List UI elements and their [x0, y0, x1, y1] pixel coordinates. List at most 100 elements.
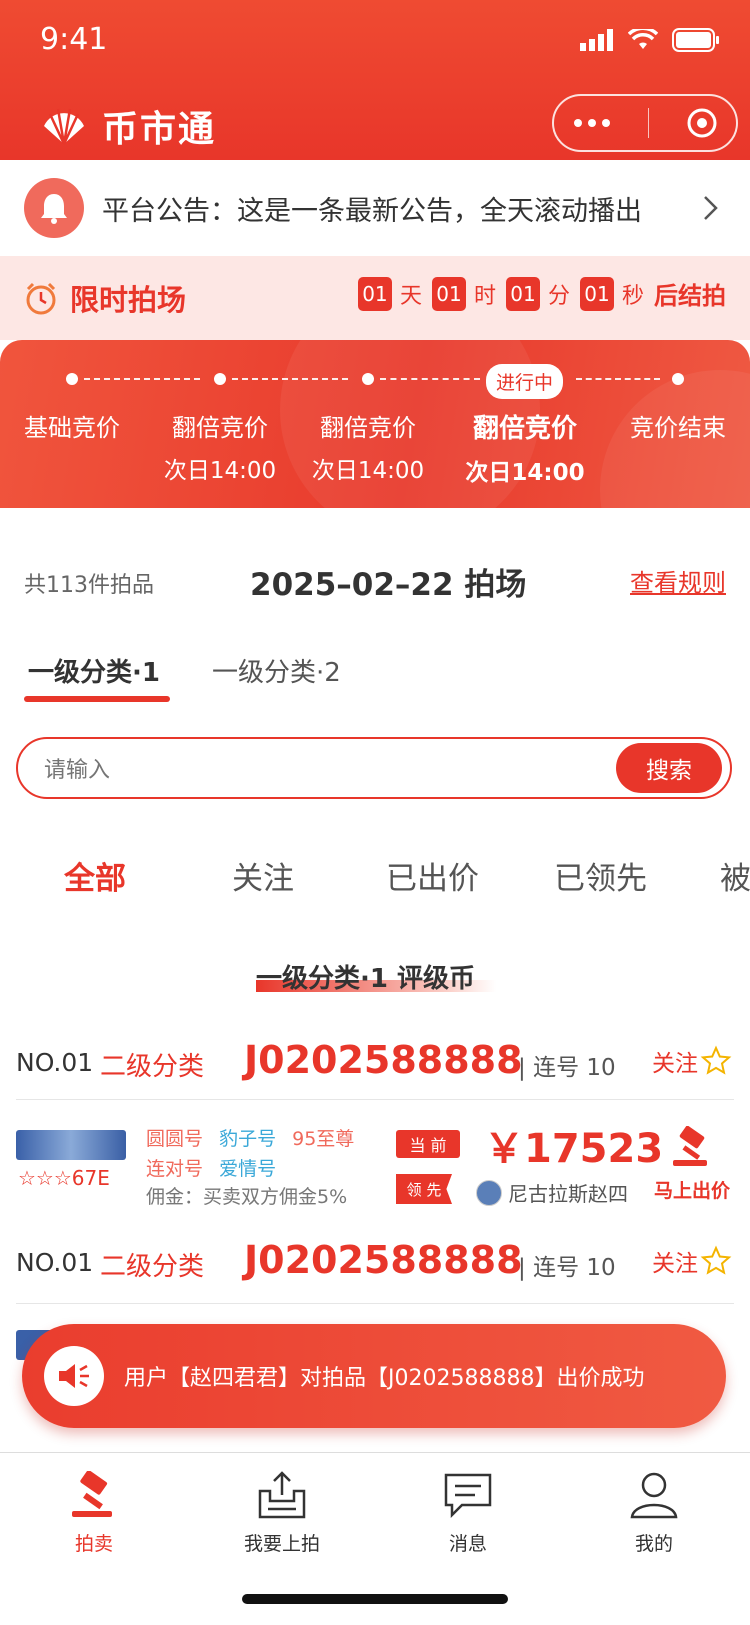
stage-time: 次日14:00 [311, 458, 425, 484]
bell-icon [24, 178, 84, 238]
home-indicator [242, 1594, 508, 1604]
section-title: 一级分类·1 评级币 [256, 964, 476, 994]
tab-upload-lot[interactable]: 我要上拍 [222, 1471, 342, 1556]
follow-label: 关注 [652, 1051, 698, 1077]
countdown-minutes-unit: 分 [547, 283, 570, 309]
divider [16, 1303, 734, 1304]
stage-name: 翻倍竞价 [472, 414, 577, 444]
tab-label: 消息 [448, 1533, 487, 1555]
lot-card[interactable]: ☆☆☆67E 圆圆号 豹子号 95至尊 连对号 爱情号 佣金：买卖双方佣金5% … [0, 1116, 750, 1216]
tag: 爱情号 [219, 1158, 277, 1180]
lot-serial-count: | 连号 10 [518, 1255, 616, 1281]
countdown: 01 天 01 时 01 分 01 秒 后结拍 [357, 276, 726, 311]
app-logo: 币市通 [40, 100, 216, 152]
search-button[interactable]: 搜索 [616, 743, 722, 793]
serial-count-text: 连号 10 [533, 1255, 616, 1281]
star-outline-icon [700, 1045, 732, 1075]
lot-category: 二级分类 [100, 1252, 205, 1282]
message-icon [444, 1473, 492, 1519]
star-outline-icon [700, 1245, 732, 1275]
countdown-seconds: 01 [579, 276, 614, 311]
countdown-hours: 01 [431, 276, 466, 311]
bid-now-label: 马上出价 [653, 1180, 730, 1202]
tab-profile[interactable]: 我的 [594, 1471, 714, 1556]
lot-header[interactable]: NO.01 二级分类 J0202588888 | 连号 10 关注 [0, 1034, 750, 1100]
commission-text: 佣金：买卖双方佣金5% [146, 1186, 348, 1208]
tab-category-1[interactable]: 一级分类·1 [28, 652, 160, 689]
stage-name: 竞价结束 [630, 414, 726, 442]
tag: 豹子号 [219, 1128, 277, 1150]
avatar [476, 1179, 502, 1206]
tag: 95至尊 [292, 1128, 355, 1150]
search-input[interactable] [42, 749, 566, 791]
close-target-icon[interactable] [686, 107, 718, 139]
toast-text: 用户【赵四君君】对拍品【J0202588888】出价成功 [124, 1366, 645, 1391]
wifi-icon [628, 29, 658, 49]
serial-count-text: 连号 10 [533, 1055, 616, 1081]
tag-row: 圆圆号 豹子号 95至尊 [146, 1124, 364, 1151]
shell-logo-icon [44, 108, 84, 145]
tab-auction[interactable]: 拍卖 [34, 1470, 154, 1556]
filter-followed[interactable]: 关注 [232, 853, 294, 898]
current-price-badge: 当 前 [396, 1130, 460, 1158]
stage-name: 基础竞价 [24, 414, 120, 442]
tab-label: 拍卖 [74, 1533, 113, 1555]
tab-category-2[interactable]: 一级分类·2 [212, 652, 341, 689]
battery-icon [672, 28, 719, 52]
app-header: 9:41 币市通 [0, 0, 750, 160]
flash-auction-bar: 限时拍场 01 天 01 时 01 分 01 秒 后结拍 [0, 256, 750, 340]
countdown-days-unit: 天 [399, 283, 422, 309]
countdown-end-label: 后结拍 [654, 282, 726, 310]
speaker-icon [44, 1346, 104, 1406]
lot-number: NO.01 [16, 1248, 94, 1277]
tab-label: 我的 [634, 1533, 673, 1555]
stage-time: 次日14:00 [465, 460, 585, 486]
stage-double-bid-2: 翻倍竞价 次日14:00 [293, 380, 443, 485]
filter-leading[interactable]: 已领先 [554, 853, 647, 898]
filter-all[interactable]: 全部 [64, 853, 126, 898]
leading-bidder: 尼古拉斯赵四 [476, 1178, 628, 1207]
session-title: 2025–02–22 拍场 [250, 567, 527, 603]
search-bar: 搜索 [16, 737, 732, 799]
tag-row: 连对号 爱情号 [146, 1154, 286, 1181]
lot-code: J0202588888 [244, 1238, 523, 1282]
session-info: 共113件拍品 2025–02–22 拍场 查看规则 [0, 545, 750, 615]
leading-badge: 领 先 [396, 1174, 452, 1204]
tab-label: 我要上拍 [243, 1533, 320, 1555]
follow-button[interactable]: 关注 [652, 1244, 732, 1278]
stage-name: 翻倍竞价 [172, 414, 268, 442]
announcement-bar[interactable]: 平台公告：这是一条最新公告，全天滚动播出 [0, 160, 750, 256]
active-tab-indicator [24, 696, 170, 702]
user-icon [630, 1472, 678, 1519]
category-tabs: 一级分类·1 一级分类·2 [0, 630, 750, 702]
filter-tabs: 全部 关注 已出价 已领先 被 [0, 845, 750, 905]
tab-messages[interactable]: 消息 [408, 1471, 528, 1556]
grade-stars: ☆☆☆67E [18, 1166, 110, 1190]
tag: 圆圆号 [146, 1128, 204, 1150]
countdown-days: 01 [357, 276, 392, 311]
filter-outbid[interactable]: 被 [720, 853, 750, 898]
lot-number: NO.01 [16, 1048, 94, 1077]
bid-success-toast: 用户【赵四君君】对拍品【J0202588888】出价成功 [22, 1324, 726, 1428]
stage-end: 竞价结束 [603, 380, 750, 451]
stage-double-bid-active: 翻倍竞价 次日14:00 [450, 380, 600, 487]
miniprogram-capsule[interactable] [552, 94, 738, 152]
status-icons [580, 28, 720, 52]
view-rules-link[interactable]: 查看规则 [630, 563, 726, 598]
lot-category: 二级分类 [100, 1052, 205, 1082]
filter-bid[interactable]: 已出价 [386, 853, 479, 898]
auction-stage-progress: 进行中 基础竞价 翻倍竞价 次日14:00 翻倍竞价 次日14:00 翻倍竞价 … [0, 340, 750, 508]
upload-box-icon [258, 1471, 306, 1519]
lot-header[interactable]: NO.01 二级分类 J0202588888 | 连号 10 关注 [0, 1234, 750, 1300]
gavel-icon [673, 1125, 707, 1166]
countdown-hours-unit: 时 [473, 283, 496, 309]
more-icon[interactable] [572, 118, 612, 128]
chevron-right-icon[interactable] [702, 194, 720, 222]
follow-button[interactable]: 关注 [652, 1044, 732, 1078]
banknote-thumbnail [16, 1130, 126, 1160]
signal-icon [580, 29, 613, 51]
bid-now-button[interactable]: 马上出价 [652, 1125, 732, 1203]
announcement-text: 平台公告：这是一条最新公告，全天滚动播出 [102, 195, 642, 227]
bidder-name: 尼古拉斯赵四 [508, 1182, 628, 1206]
current-price: ￥17523 [484, 1126, 664, 1172]
